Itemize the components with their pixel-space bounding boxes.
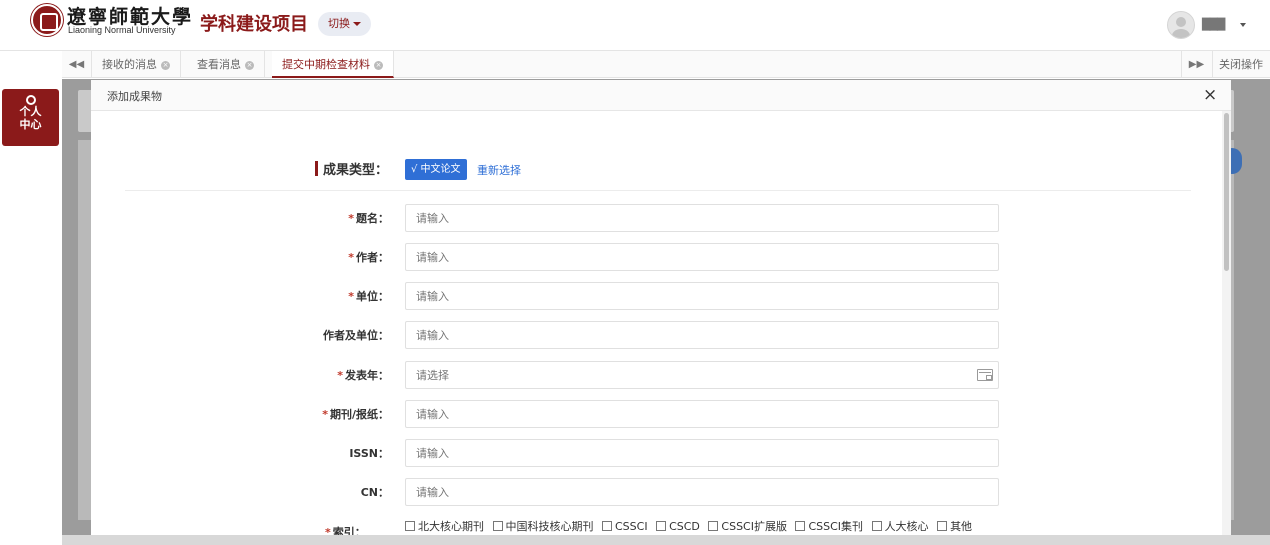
app-title: 学科建设项目 — [200, 14, 308, 35]
index-option-cssci-extended[interactable]: CSSCI扩展版 — [708, 518, 787, 534]
calendar-icon[interactable] — [977, 369, 993, 381]
index-option-pku-core[interactable]: 北大核心期刊 — [405, 518, 484, 534]
achievement-type-label: 成果类型： — [323, 163, 389, 178]
accent-bar — [315, 161, 318, 176]
app-header: 遼寧師範大學 Liaoning Normal University 学科建设项目… — [0, 0, 1270, 51]
field-publish-year: * 发表年： — [91, 361, 1231, 389]
user-icon — [25, 95, 36, 105]
field-issn: ISSN： — [91, 439, 1231, 467]
title-input[interactable] — [405, 204, 999, 232]
switch-button[interactable]: 切换 — [318, 12, 371, 36]
tab-scroll-right-button[interactable]: ▶▶ — [1181, 51, 1211, 78]
tab-submit-midterm-materials[interactable]: 提交中期检查材料 × — [272, 51, 394, 78]
field-label: * 作者： — [348, 251, 389, 264]
checkbox[interactable] — [602, 521, 612, 531]
add-achievement-modal: 添加成果物 × 成果类型： √ 中文论文 重新选择 *题名： *作者： *单位：… — [91, 80, 1231, 535]
bottom-strip — [62, 535, 1270, 545]
index-option-ruc-core[interactable]: 人大核心 — [871, 518, 929, 534]
switch-button-label: 切换 — [328, 17, 350, 30]
checkbox[interactable] — [937, 521, 948, 531]
publish-year-picker[interactable] — [405, 361, 999, 389]
field-unit: * 单位： — [91, 282, 1231, 310]
avatar[interactable] — [1167, 11, 1195, 39]
author-and-unit-input[interactable] — [405, 321, 999, 349]
field-label: * 发表年： — [337, 369, 389, 382]
university-name-en: Liaoning Normal University — [68, 25, 176, 35]
field-author: * 作者： — [91, 243, 1231, 271]
tab-label: 查看消息 — [197, 58, 241, 71]
cn-input[interactable] — [405, 478, 999, 506]
author-input[interactable] — [405, 243, 999, 271]
field-journal: * 期刊/报纸： — [91, 400, 1231, 428]
university-logo-icon — [31, 4, 63, 36]
tab-label: 提交中期检查材料 — [282, 58, 370, 71]
tab-bar: ◀◀ 接收的消息 × 查看消息 × 提交中期检查材料 × ▶▶ 关闭操作 — [62, 51, 1270, 78]
unit-input[interactable] — [405, 282, 999, 310]
index-option-cssci-collection[interactable]: CSSCI集刊 — [795, 518, 863, 534]
modal-title: 添加成果物 — [107, 90, 162, 103]
issn-input[interactable] — [405, 439, 999, 467]
field-author-and-unit: 作者及单位： — [91, 321, 1231, 349]
field-label: 作者及单位： — [323, 329, 389, 342]
field-label: ISSN： — [349, 447, 389, 460]
modal-scrollbar-thumb[interactable] — [1224, 113, 1229, 271]
tab-received-messages[interactable]: 接收的消息 × — [92, 51, 181, 78]
index-checkbox-group: 北大核心期刊 中国科技核心期刊 CSSCI CSCD CSSCI扩展版 CSSC… — [405, 518, 977, 534]
index-label: * 索引： — [325, 526, 366, 535]
field-title: * 题名： — [91, 204, 1231, 232]
caret-down-icon — [353, 22, 361, 26]
left-sidebar: 个人 中心 — [0, 51, 62, 545]
journal-input[interactable] — [405, 400, 999, 428]
personal-center-label-1: 个人 — [19, 105, 42, 118]
field-label: CN： — [360, 486, 389, 499]
personal-center-button[interactable]: 个人 中心 — [2, 89, 59, 146]
checkbox[interactable] — [656, 521, 667, 531]
reselect-link[interactable]: 重新选择 — [477, 162, 521, 178]
index-option-sci-tech-core[interactable]: 中国科技核心期刊 — [492, 518, 594, 534]
tab-label: 接收的消息 — [102, 58, 157, 71]
achievement-type-chip[interactable]: √ 中文论文 — [405, 159, 467, 180]
field-label: * 期刊/报纸： — [322, 408, 389, 421]
personal-center-label-2: 中心 — [19, 118, 42, 131]
field-label: * 题名： — [348, 212, 389, 225]
modal-header: 添加成果物 × — [91, 80, 1231, 111]
username[interactable]: ███ — [1202, 18, 1225, 31]
close-operations-menu[interactable]: 关闭操作 — [1212, 51, 1270, 78]
field-label: * 单位： — [348, 290, 389, 303]
close-icon[interactable]: × — [245, 60, 254, 70]
checkbox[interactable] — [492, 521, 503, 531]
caret-down-icon[interactable] — [1240, 23, 1246, 27]
tab-scroll-left-button[interactable]: ◀◀ — [62, 51, 92, 78]
close-icon[interactable]: × — [1203, 85, 1217, 105]
index-option-cssci[interactable]: CSSCI — [602, 520, 648, 533]
index-option-other[interactable]: 其他 — [937, 518, 972, 534]
field-cn: CN： — [91, 478, 1231, 506]
checkbox[interactable] — [708, 521, 719, 531]
index-option-cscd[interactable]: CSCD — [656, 520, 700, 533]
divider — [125, 190, 1191, 191]
checkbox[interactable] — [871, 521, 882, 531]
close-icon[interactable]: × — [374, 60, 383, 70]
tab-view-messages[interactable]: 查看消息 × — [187, 51, 265, 78]
close-icon[interactable]: × — [161, 60, 170, 70]
checkbox[interactable] — [795, 521, 806, 531]
checkbox[interactable] — [405, 521, 415, 531]
